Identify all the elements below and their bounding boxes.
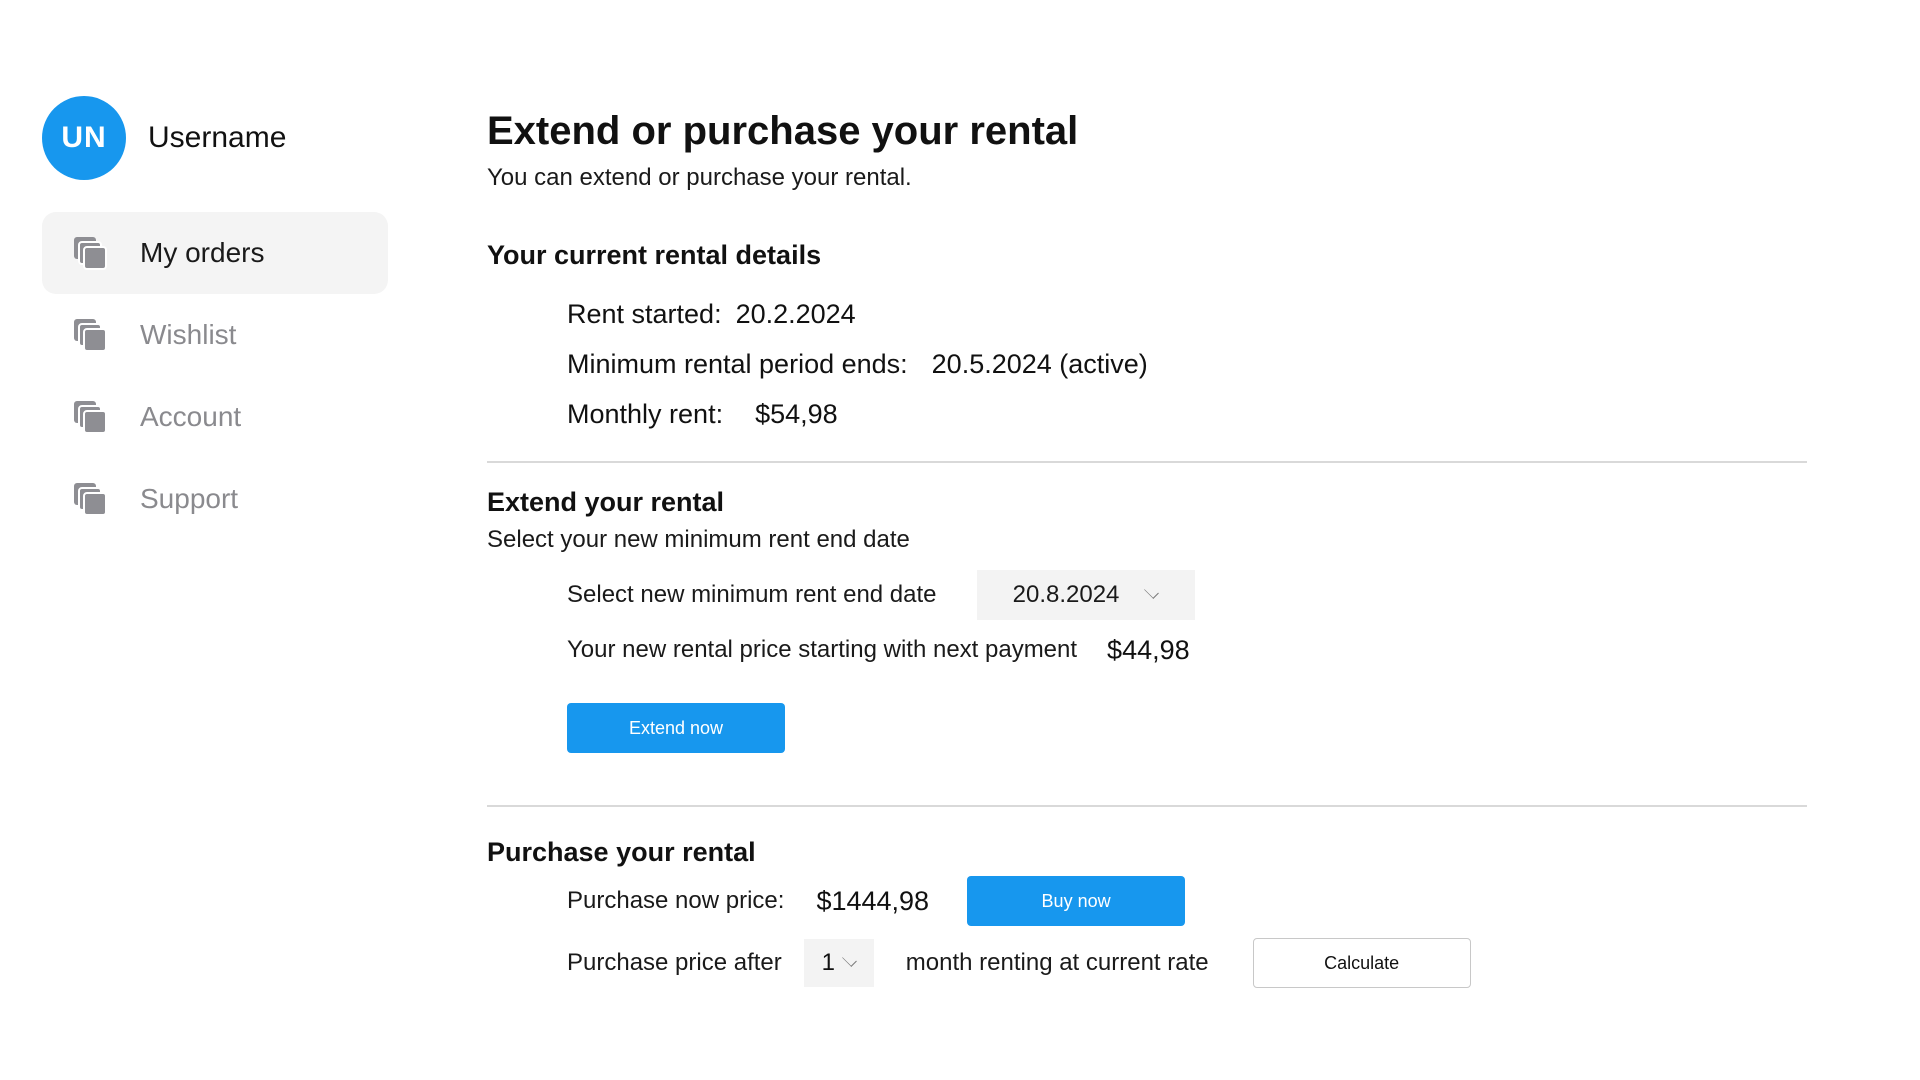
sidebar-item-my-orders[interactable]: My orders <box>42 212 388 294</box>
monthly-rent-row: Monthly rent: $54,98 <box>567 389 1807 439</box>
end-date-select[interactable]: 20.8.2024 <box>976 570 1195 620</box>
new-price-value: $44,98 <box>1107 634 1190 665</box>
end-date-value: 20.8.2024 <box>1012 581 1120 608</box>
purchase-now-row: Purchase now price: $1444,98 Buy now <box>567 876 1807 926</box>
stack-icon <box>70 233 110 273</box>
new-price-label: Your new rental price starting with next… <box>567 636 1078 663</box>
sidebar-nav: My orders Wishlist Account Support <box>42 212 388 540</box>
purchase-now-label: Purchase now price: <box>567 887 785 914</box>
rent-started-label: Rent started: <box>567 299 722 329</box>
purchase-after-row: Purchase price after 1 month renting at … <box>567 938 1807 988</box>
stack-icon <box>70 479 110 519</box>
current-rental-details: Rent started: 20.2.2024 Minimum rental pe… <box>567 289 1807 439</box>
page: UN Username My orders Wishlist Account S… <box>0 0 1920 1080</box>
user-profile[interactable]: UN Username <box>42 96 388 180</box>
stack-icon <box>70 315 110 355</box>
main-content: Extend or purchase your rental You can e… <box>487 104 1807 988</box>
divider <box>487 805 1807 807</box>
sidebar-item-label: Support <box>140 483 239 514</box>
end-date-row: Select new minimum rent end date 20.8.20… <box>567 570 1807 620</box>
page-subtitle: You can extend or purchase your rental. <box>487 164 912 191</box>
purchase-heading: Purchase your rental <box>487 837 756 867</box>
months-value: 1 <box>821 949 835 976</box>
sidebar-item-label: My orders <box>140 237 265 268</box>
sidebar-item-label: Wishlist <box>140 319 237 350</box>
chevron-down-icon <box>1144 583 1160 599</box>
purchase-now-value: $1444,98 <box>816 885 930 916</box>
min-period-row: Minimum rental period ends: 20.5.2024 (ac… <box>567 339 1807 389</box>
rent-started-row: Rent started: 20.2.2024 <box>567 289 1807 339</box>
monthly-rent-label: Monthly rent: <box>567 399 724 429</box>
sidebar-item-label: Account <box>140 401 242 432</box>
min-period-label: Minimum rental period ends: <box>567 349 908 379</box>
avatar[interactable]: UN <box>42 96 126 180</box>
stack-icon <box>70 397 110 437</box>
min-period-value: 20.5.2024 (active) <box>931 349 1148 379</box>
rent-started-value: 20.2.2024 <box>735 299 856 329</box>
page-title: Extend or purchase your rental <box>487 109 1079 153</box>
chevron-down-icon <box>842 951 857 967</box>
sidebar-item-wishlist[interactable]: Wishlist <box>42 294 388 376</box>
extend-now-button[interactable]: Extend now <box>567 703 785 753</box>
new-price-row: Your new rental price starting with next… <box>567 622 1807 678</box>
username: Username <box>148 121 287 154</box>
end-date-label: Select new minimum rent end date <box>567 581 937 608</box>
sidebar-item-account[interactable]: Account <box>42 376 388 458</box>
purchase-section: Purchase now price: $1444,98 Buy now Pur… <box>567 876 1807 988</box>
purchase-after-suffix: month renting at current rate <box>905 949 1209 976</box>
sidebar-item-support[interactable]: Support <box>42 458 388 540</box>
calculate-button[interactable]: Calculate <box>1252 938 1471 988</box>
sidebar: UN Username My orders Wishlist Account S… <box>42 96 388 540</box>
current-rental-heading: Your current rental details <box>487 240 822 270</box>
extend-heading: Extend your rental <box>487 487 725 517</box>
extend-subtitle: Select your new minimum rent end date <box>487 526 910 553</box>
monthly-rent-value: $54,98 <box>755 399 838 429</box>
purchase-after-label: Purchase price after <box>567 949 782 976</box>
extend-section: Select new minimum rent end date 20.8.20… <box>567 570 1807 753</box>
divider <box>487 461 1807 463</box>
buy-now-button[interactable]: Buy now <box>967 876 1186 926</box>
months-select[interactable]: 1 <box>803 939 874 987</box>
